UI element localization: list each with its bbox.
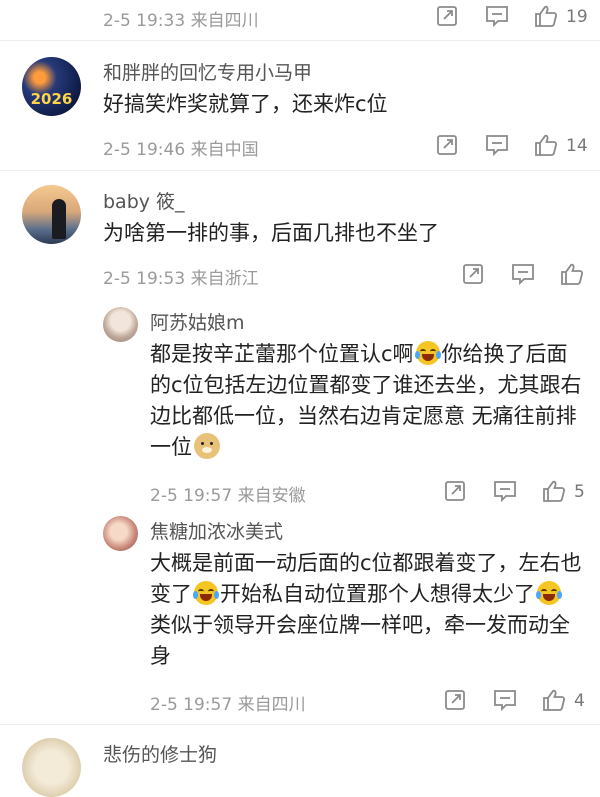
username[interactable]: 悲伤的修士狗 [103, 740, 217, 767]
laughing-tears-emoji-icon [414, 341, 441, 365]
like-icon[interactable] [542, 688, 566, 712]
username[interactable]: 和胖胖的回忆专用小马甲 [103, 58, 312, 85]
like-count: 19 [566, 7, 588, 27]
share-icon[interactable] [444, 480, 466, 502]
like-icon[interactable] [534, 133, 558, 157]
username[interactable]: 阿苏姑娘m [150, 308, 245, 335]
username[interactable]: baby 筱_ [103, 187, 185, 214]
share-icon[interactable] [462, 263, 484, 285]
reply-text: 都是按辛芷蕾那个位置认c啊 你给换了后面的c位包括左边位置都变了谁还去坐，尤其跟右… [150, 339, 582, 463]
comment-meta: 2-5 19:46 来自中国 [103, 140, 259, 160]
share-icon[interactable] [436, 5, 458, 27]
avatar-label: 2026 [30, 90, 73, 108]
like-count: 14 [566, 136, 588, 156]
avatar[interactable] [103, 516, 138, 551]
like-count: 5 [574, 482, 585, 502]
comment-meta: 2-5 19:33 来自四川 [103, 11, 259, 31]
reply-text-part: 开始私自动位置那个人想得太少了 [220, 582, 535, 606]
reply-text-part: 类似于领导开会座位牌一样吧，牵一发而动全身 [150, 613, 570, 668]
like-icon[interactable] [542, 479, 566, 503]
divider [0, 40, 600, 41]
reply-text: 大概是前面一动后面的c位都跟着变了，左右也变了 开始私自动位置那个人想得太少了 类似… [150, 548, 582, 672]
avatar[interactable] [103, 307, 138, 342]
comment-icon[interactable] [493, 480, 517, 502]
doge-emoji-icon [194, 433, 220, 459]
avatar[interactable] [22, 185, 81, 244]
comment-icon[interactable] [485, 134, 509, 156]
avatar[interactable] [22, 738, 81, 797]
comment-icon[interactable] [511, 263, 535, 285]
username[interactable]: 焦糖加浓冰美式 [150, 517, 283, 544]
reply-text-part: 都是按辛芷蕾那个位置认c啊 [150, 342, 414, 366]
reply-meta: 2-5 19:57 来自安徽 [150, 486, 306, 506]
laughing-tears-emoji-icon [193, 581, 219, 605]
comment-meta: 2-5 19:53 来自浙江 [103, 269, 259, 289]
comment-icon[interactable] [493, 689, 517, 711]
share-icon[interactable] [436, 134, 458, 156]
like-icon[interactable] [560, 262, 584, 286]
comment-icon[interactable] [485, 5, 509, 27]
reply-meta: 2-5 19:57 来自四川 [150, 695, 306, 715]
avatar[interactable]: 2026 [22, 57, 81, 116]
laughing-tears-emoji-icon [536, 581, 562, 605]
comment-text: 为啥第一排的事，后面几排也不坐了 [103, 221, 439, 245]
divider [0, 724, 600, 725]
share-icon[interactable] [444, 689, 466, 711]
like-count: 4 [574, 691, 585, 711]
like-icon[interactable] [534, 4, 558, 28]
comment-text: 好搞笑炸奖就算了，还来炸c位 [103, 92, 388, 116]
divider [0, 170, 600, 171]
